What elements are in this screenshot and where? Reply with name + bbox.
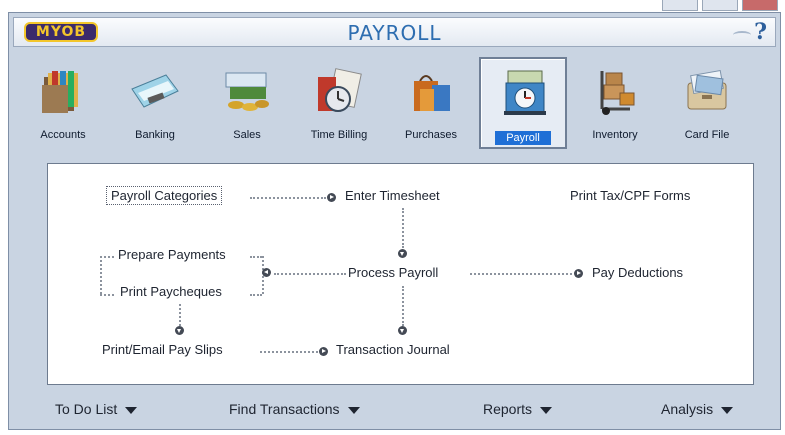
dropdown-caret-icon (347, 406, 360, 414)
module-label: Sales (233, 129, 261, 141)
connector-line (274, 273, 346, 275)
help-swoosh-icon (733, 31, 751, 39)
enter-timesheet-link[interactable]: Enter Timesheet (345, 188, 440, 203)
page-title: PAYROLL (347, 21, 442, 45)
module-sales[interactable]: Sales (203, 57, 291, 149)
connector-line (260, 351, 318, 353)
time-clock-icon (504, 70, 546, 115)
module-label-active: Payroll (495, 131, 551, 145)
arrow-right-icon (327, 193, 336, 202)
module-label: Banking (135, 129, 175, 141)
command-centre-window: MYOB PAYROLL ? Accounts Banking Sales Ti… (8, 12, 781, 430)
module-label: Time Billing (310, 129, 368, 141)
transaction-journal-link[interactable]: Transaction Journal (336, 342, 450, 357)
window-button[interactable] (702, 0, 738, 11)
print-paycheques-link[interactable]: Print Paycheques (120, 284, 222, 299)
shopping-bags-icon (414, 75, 450, 111)
arrow-down-icon (175, 326, 184, 335)
process-payroll-link[interactable]: Process Payroll (348, 265, 438, 280)
print-email-pay-slips-link[interactable]: Print/Email Pay Slips (102, 342, 223, 357)
print-tax-forms-link[interactable]: Print Tax/CPF Forms (570, 188, 690, 203)
help-icon: ? (754, 19, 767, 45)
connector-line (470, 273, 572, 275)
arrow-right-icon (319, 347, 328, 356)
find-transactions-button[interactable]: Find Transactions (229, 401, 360, 417)
module-banking[interactable]: Banking (111, 57, 199, 149)
module-time-billing[interactable]: Time Billing (295, 57, 383, 149)
window-close-button[interactable] (742, 0, 778, 11)
connector-line (100, 256, 114, 258)
module-inventory[interactable]: Inventory (571, 57, 659, 149)
module-label: Purchases (405, 129, 457, 141)
connector-line (100, 294, 114, 296)
window-button[interactable] (662, 0, 698, 11)
dropdown-caret-icon (540, 406, 553, 414)
module-label: Accounts (40, 129, 86, 141)
connector-line (250, 294, 262, 296)
module-payroll[interactable]: Payroll (479, 57, 567, 149)
arrow-right-icon (574, 269, 583, 278)
arrow-left-icon (262, 268, 271, 277)
todo-list-button[interactable]: To Do List (55, 401, 138, 417)
reports-button[interactable]: Reports (483, 401, 553, 417)
prepare-payments-link[interactable]: Prepare Payments (118, 247, 226, 262)
analysis-label: Analysis (661, 401, 714, 417)
connector-line (402, 208, 404, 248)
connector-line (250, 256, 262, 258)
connector-line (250, 197, 326, 199)
analysis-button[interactable]: Analysis (661, 401, 734, 417)
reports-label: Reports (483, 401, 533, 417)
card-file-icon (687, 69, 727, 110)
module-accounts[interactable]: Accounts (19, 57, 107, 149)
module-label: Inventory (592, 129, 638, 141)
dropdown-caret-icon (125, 406, 138, 414)
connector-line (179, 304, 181, 326)
module-purchases[interactable]: Purchases (387, 57, 475, 149)
module-card-file[interactable]: Card File (663, 57, 751, 149)
payroll-categories-link[interactable]: Payroll Categories (106, 186, 223, 205)
invoice-coins-icon (225, 72, 269, 111)
connector-line (402, 286, 404, 326)
pay-deductions-link[interactable]: Pay Deductions (592, 265, 683, 280)
dropdown-caret-icon (721, 406, 734, 414)
module-label: Card File (684, 129, 730, 141)
cheque-icon (131, 74, 179, 108)
folders-icon (42, 71, 78, 113)
title-bar: MYOB PAYROLL ? (13, 17, 776, 47)
hand-truck-icon (600, 71, 635, 115)
bottom-bar: To Do List Find Transactions Reports Ana… (9, 396, 780, 424)
find-transactions-label: Find Transactions (229, 401, 340, 417)
module-bar: Accounts Banking Sales Time Billing Purc… (19, 57, 774, 153)
payroll-flow-panel: Payroll Categories Enter Timesheet Print… (47, 163, 754, 385)
arrow-down-icon (398, 249, 407, 258)
connector-line (100, 256, 102, 294)
todo-list-label: To Do List (55, 401, 118, 417)
help-button[interactable]: ? (733, 19, 767, 45)
arrow-down-icon (398, 326, 407, 335)
stopwatch-icon (318, 68, 362, 112)
